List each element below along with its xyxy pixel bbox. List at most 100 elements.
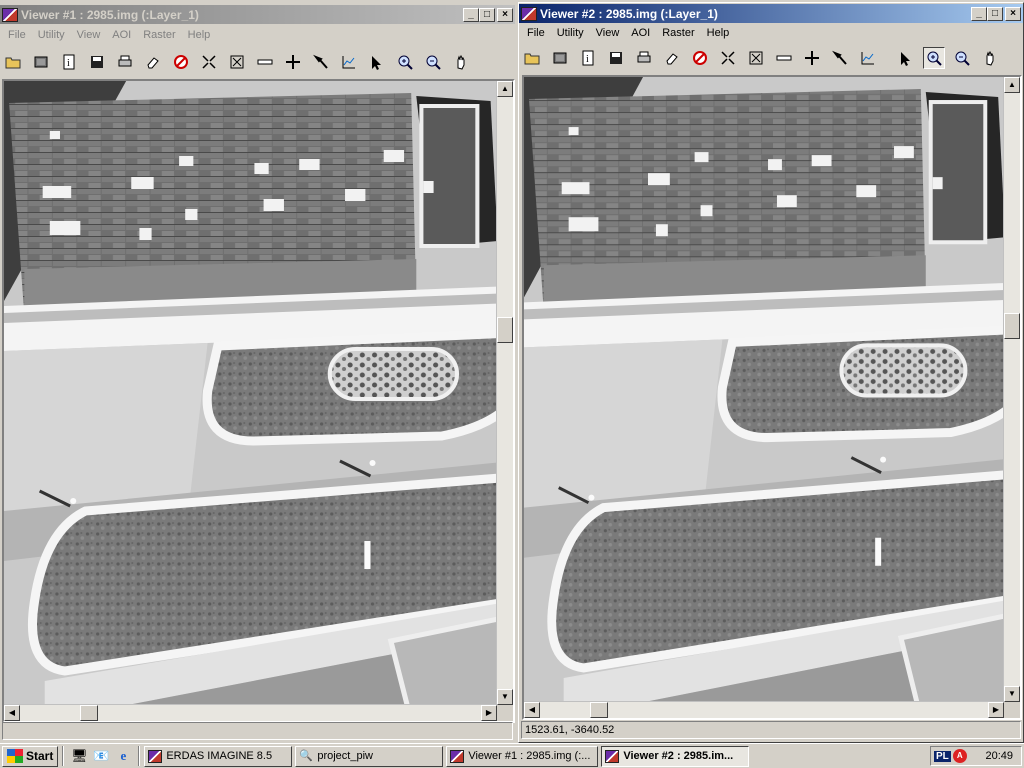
task-project-piw[interactable]: 🔍 project_piw [295,745,444,767]
minimize-button[interactable]: _ [971,6,987,21]
viewer1-menubar: File Utility View AOI Raster Help [0,26,515,44]
erdas-app-icon [148,749,163,763]
viewer1-titlebar[interactable]: Viewer #1 : 2985.img (:Layer_1) _ □ × [0,5,515,24]
viewer2-titlebar[interactable]: Viewer #2 : 2985.img (:Layer_1) _ □ × [519,4,1023,23]
maximize-button[interactable]: □ [479,7,495,22]
save-icon[interactable] [86,51,108,73]
hammer-icon[interactable] [829,47,851,69]
viewer2-coordinates: 1523.61, -3640.52 [521,721,1021,739]
menu-view[interactable]: View [590,27,626,39]
fullscreen-icon[interactable] [745,47,767,69]
eraser-icon[interactable] [142,51,164,73]
task-viewer2[interactable]: Viewer #2 : 2985.im... [601,745,750,767]
menu-aoi[interactable]: AOI [625,27,656,39]
outlook-icon[interactable]: 📧 [92,747,110,765]
start-button[interactable]: Start [2,745,59,767]
task-erdas-imagine[interactable]: ERDAS IMAGINE 8.5 [144,745,293,767]
menu-view[interactable]: View [71,29,107,41]
viewer1-statusbar [2,722,513,740]
hammer-icon[interactable] [310,51,332,73]
acrobat-tray-icon[interactable]: A [952,749,967,763]
ruler-icon[interactable] [773,47,795,69]
menu-help[interactable]: Help [182,29,217,41]
start-label: Start [26,749,54,763]
minimize-button[interactable]: _ [463,7,479,22]
language-indicator[interactable]: PL [934,750,951,762]
erdas-app-icon [521,6,537,21]
close-button[interactable]: × [1005,6,1021,21]
show-desktop-icon[interactable]: 🖥 [70,747,88,765]
viewer1-image[interactable]: ▲ ▼ ◀ ▶ [2,79,515,723]
open-folder-icon[interactable] [521,47,543,69]
windows-logo-icon [7,749,23,763]
menu-raster[interactable]: Raster [656,27,700,39]
open-image-icon[interactable] [30,51,52,73]
open-image-icon[interactable] [549,47,571,69]
fit-to-window-icon[interactable] [198,51,220,73]
pan-hand-icon[interactable] [979,47,1001,69]
scroll-right-icon[interactable]: ▶ [988,702,1004,718]
viewer1-vertical-scrollbar[interactable]: ▲ ▼ [496,81,513,705]
scroll-left-icon[interactable]: ◀ [4,705,20,721]
zoom-in-icon[interactable] [394,51,416,73]
scroll-left-icon[interactable]: ◀ [524,702,540,718]
zoom-out-icon[interactable] [422,51,444,73]
pan-hand-icon[interactable] [450,51,472,73]
menu-help[interactable]: Help [701,27,736,39]
ruler-icon[interactable] [254,51,276,73]
profile-icon[interactable] [857,47,879,69]
print-icon[interactable] [633,47,655,69]
vertical-scroll-thumb[interactable] [497,317,513,343]
menu-file[interactable]: File [2,29,32,41]
menu-file[interactable]: File [521,27,551,39]
erdas-app-icon [2,7,18,22]
viewer2-title: Viewer #2 : 2985.img (:Layer_1) [540,6,718,21]
system-tray: PL A 20:49 [930,746,1022,766]
scroll-up-icon[interactable]: ▲ [497,81,513,97]
scroll-up-icon[interactable]: ▲ [1004,77,1020,93]
save-icon[interactable] [605,47,627,69]
zoom-out-icon[interactable] [951,47,973,69]
menu-raster[interactable]: Raster [137,29,181,41]
crosshair-icon[interactable] [801,47,823,69]
crosshair-icon[interactable] [282,51,304,73]
menu-utility[interactable]: Utility [32,29,71,41]
menu-aoi[interactable]: AOI [106,29,137,41]
eraser-icon[interactable] [661,47,683,69]
pointer-icon[interactable] [895,47,917,69]
taskbar: Start 🖥 📧 e ERDAS IMAGINE 8.5 🔍 project_… [0,743,1024,768]
scroll-right-icon[interactable]: ▶ [481,705,497,721]
fit-to-window-icon[interactable] [717,47,739,69]
menu-utility[interactable]: Utility [551,27,590,39]
info-icon[interactable]: i [577,47,599,69]
measure-icon[interactable] [170,51,192,73]
measure-icon[interactable] [689,47,711,69]
aerial-image [524,77,1020,718]
info-icon[interactable]: i [58,51,80,73]
horizontal-scroll-thumb[interactable] [80,705,98,721]
pointer-icon[interactable] [366,51,388,73]
viewer2-vertical-scrollbar[interactable]: ▲ ▼ [1003,77,1020,702]
erdas-app-icon [450,749,465,763]
fullscreen-icon[interactable] [226,51,248,73]
maximize-button[interactable]: □ [987,6,1003,21]
vertical-scroll-thumb[interactable] [1004,313,1020,339]
viewer1-toolbar: i [2,49,515,75]
scroll-down-icon[interactable]: ▼ [1004,686,1020,702]
print-icon[interactable] [114,51,136,73]
viewer2-horizontal-scrollbar[interactable]: ◀ ▶ [524,701,1004,718]
close-button[interactable]: × [497,7,513,22]
viewer1-horizontal-scrollbar[interactable]: ◀ ▶ [4,704,497,721]
open-folder-icon[interactable] [2,51,24,73]
zoom-in-icon[interactable] [923,47,945,69]
internet-explorer-icon[interactable]: e [114,747,132,765]
viewer2-image[interactable]: ▲ ▼ ◀ ▶ [522,75,1022,720]
horizontal-scroll-thumb[interactable] [590,702,608,718]
scroll-down-icon[interactable]: ▼ [497,689,513,705]
task-viewer1[interactable]: Viewer #1 : 2985.img (:... [446,745,599,767]
viewer2-toolbar: i [521,45,1023,71]
aerial-image [4,81,513,721]
viewer2-window: Viewer #2 : 2985.img (:Layer_1) _ □ × Fi… [518,2,1024,743]
svg-text:i: i [586,54,589,65]
profile-icon[interactable] [338,51,360,73]
